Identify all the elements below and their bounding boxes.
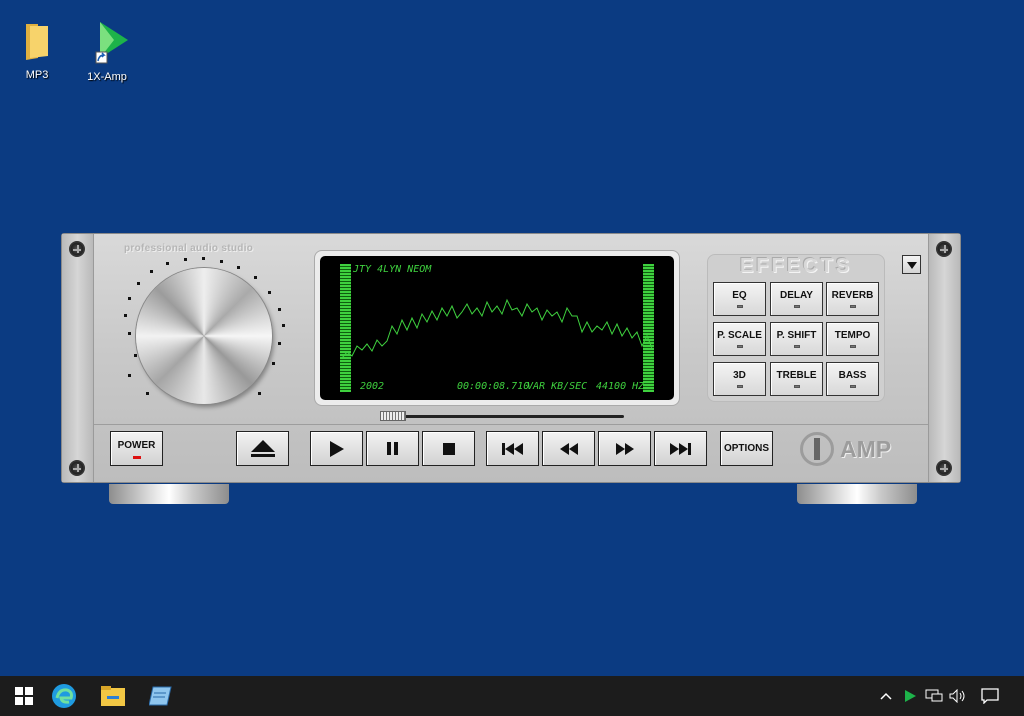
- effect-p-scale-button[interactable]: P. SCALE: [713, 322, 766, 356]
- previous-track-button[interactable]: [486, 431, 539, 466]
- led-icon: [793, 385, 800, 388]
- logo-icon: [800, 432, 834, 466]
- play-icon: [329, 440, 344, 457]
- effect-delay-button[interactable]: DELAY: [770, 282, 823, 316]
- rewind-button[interactable]: [542, 431, 595, 466]
- led-icon: [736, 385, 743, 388]
- power-led-icon: [133, 456, 141, 459]
- year-readout: 2002: [360, 381, 385, 392]
- effect-eq-button[interactable]: EQ: [713, 282, 766, 316]
- taskbar-notepad[interactable]: [137, 676, 185, 716]
- notepad-icon: [149, 686, 172, 706]
- chevron-up-icon: [880, 692, 892, 700]
- effect-reverb-button[interactable]: REVERB: [826, 282, 879, 316]
- menu-dropdown-button[interactable]: [902, 255, 921, 274]
- track-title: JTY 4LYN NEOM: [353, 264, 432, 275]
- skip-forward-icon: [670, 442, 691, 455]
- left-side-panel: [62, 234, 94, 482]
- bitrate-readout: VAR KB/SEC: [527, 381, 588, 392]
- amp-logo: AMP: [800, 432, 891, 466]
- options-button[interactable]: OPTIONS: [720, 431, 773, 466]
- start-icon: [15, 687, 33, 705]
- tray-amp[interactable]: [898, 676, 922, 716]
- screw-icon: [936, 241, 952, 257]
- notification-icon: [981, 688, 999, 704]
- effect-tempo-button[interactable]: TEMPO: [826, 322, 879, 356]
- stop-button[interactable]: [422, 431, 475, 466]
- time-readout: 00:00:08.710: [457, 381, 530, 392]
- file-explorer-icon: [101, 686, 125, 706]
- effect-label: P. SHIFT: [776, 330, 817, 341]
- fast-forward-button[interactable]: [598, 431, 651, 466]
- led-icon: [793, 305, 800, 308]
- led-icon: [849, 305, 856, 308]
- power-label: POWER: [117, 440, 156, 451]
- effect-label: REVERB: [831, 290, 874, 301]
- effect-label: DELAY: [780, 290, 813, 301]
- screw-icon: [69, 241, 85, 257]
- fast-forward-icon: [615, 442, 634, 455]
- effect-treble-button[interactable]: TREBLE: [770, 362, 823, 396]
- effect-bass-button[interactable]: BASS: [826, 362, 879, 396]
- audio-player-window: professional audio studio JTY 4LYN NEOM: [61, 233, 961, 504]
- edge-icon: [52, 684, 76, 708]
- sample-rate-readout: 44100 HZ: [596, 381, 645, 392]
- rewind-icon: [559, 442, 578, 455]
- seek-bar[interactable]: [380, 411, 624, 421]
- eject-button[interactable]: [236, 431, 289, 466]
- effect-label: EQ: [732, 290, 747, 301]
- skip-back-icon: [502, 442, 523, 455]
- display-frame: JTY 4LYN NEOM 2002 00:00:08.710 VAR KB/S…: [314, 250, 680, 406]
- brand-text: professional audio studio: [124, 243, 254, 254]
- eject-icon: [250, 440, 275, 457]
- led-icon: [849, 345, 856, 348]
- stop-icon: [442, 442, 455, 455]
- taskbar: [0, 676, 1024, 716]
- tray-volume[interactable]: [946, 676, 970, 716]
- amp-shortcut-icon: [95, 22, 128, 64]
- player-foot-right: [797, 484, 917, 504]
- screw-icon: [69, 460, 85, 476]
- effect-3d-button[interactable]: 3D: [713, 362, 766, 396]
- player-foot-left: [109, 484, 229, 504]
- effect-label: BASS: [838, 370, 867, 381]
- divider: [94, 424, 928, 425]
- power-button[interactable]: POWER: [110, 431, 163, 466]
- taskbar-edge[interactable]: [40, 676, 88, 716]
- show-hidden-icons[interactable]: [874, 676, 898, 716]
- effect-p-shift-button[interactable]: P. SHIFT: [770, 322, 823, 356]
- taskbar-file-explorer[interactable]: [89, 676, 137, 716]
- pause-button[interactable]: [366, 431, 419, 466]
- effects-title: EFFECTS: [739, 255, 853, 277]
- tray-notifications[interactable]: [978, 676, 1002, 716]
- desktop-icon-label: 1X-Amp: [87, 71, 127, 83]
- next-track-button[interactable]: [654, 431, 707, 466]
- pause-icon: [387, 442, 398, 455]
- screw-icon: [936, 460, 952, 476]
- play-button[interactable]: [310, 431, 363, 466]
- led-icon: [849, 385, 856, 388]
- volume-knob[interactable]: [136, 268, 272, 404]
- effect-label: TEMPO: [834, 330, 871, 341]
- effect-label: 3D: [733, 370, 746, 381]
- network-icon: [925, 689, 943, 702]
- spectrum-waveform: [342, 298, 652, 359]
- tray-network[interactable]: [922, 676, 946, 716]
- led-icon: [793, 345, 800, 348]
- desktop-icon-mp3[interactable]: MP3: [2, 22, 72, 81]
- amp-tray-icon: [905, 690, 916, 702]
- effect-label: TREBLE: [776, 370, 817, 381]
- desktop-icon-label: MP3: [25, 69, 49, 81]
- led-icon: [736, 305, 743, 308]
- options-label: OPTIONS: [723, 443, 769, 454]
- volume-icon: [949, 689, 965, 703]
- desktop-icon-1x-amp[interactable]: 1X-Amp: [72, 20, 142, 83]
- logo-text: AMP: [840, 435, 892, 462]
- effect-label: P. SCALE: [717, 330, 762, 341]
- seek-thumb[interactable]: [380, 411, 406, 421]
- led-icon: [736, 345, 743, 348]
- right-side-panel: [928, 234, 960, 482]
- lcd-display: JTY 4LYN NEOM 2002 00:00:08.710 VAR KB/S…: [320, 256, 674, 400]
- folder-icon: [26, 24, 48, 60]
